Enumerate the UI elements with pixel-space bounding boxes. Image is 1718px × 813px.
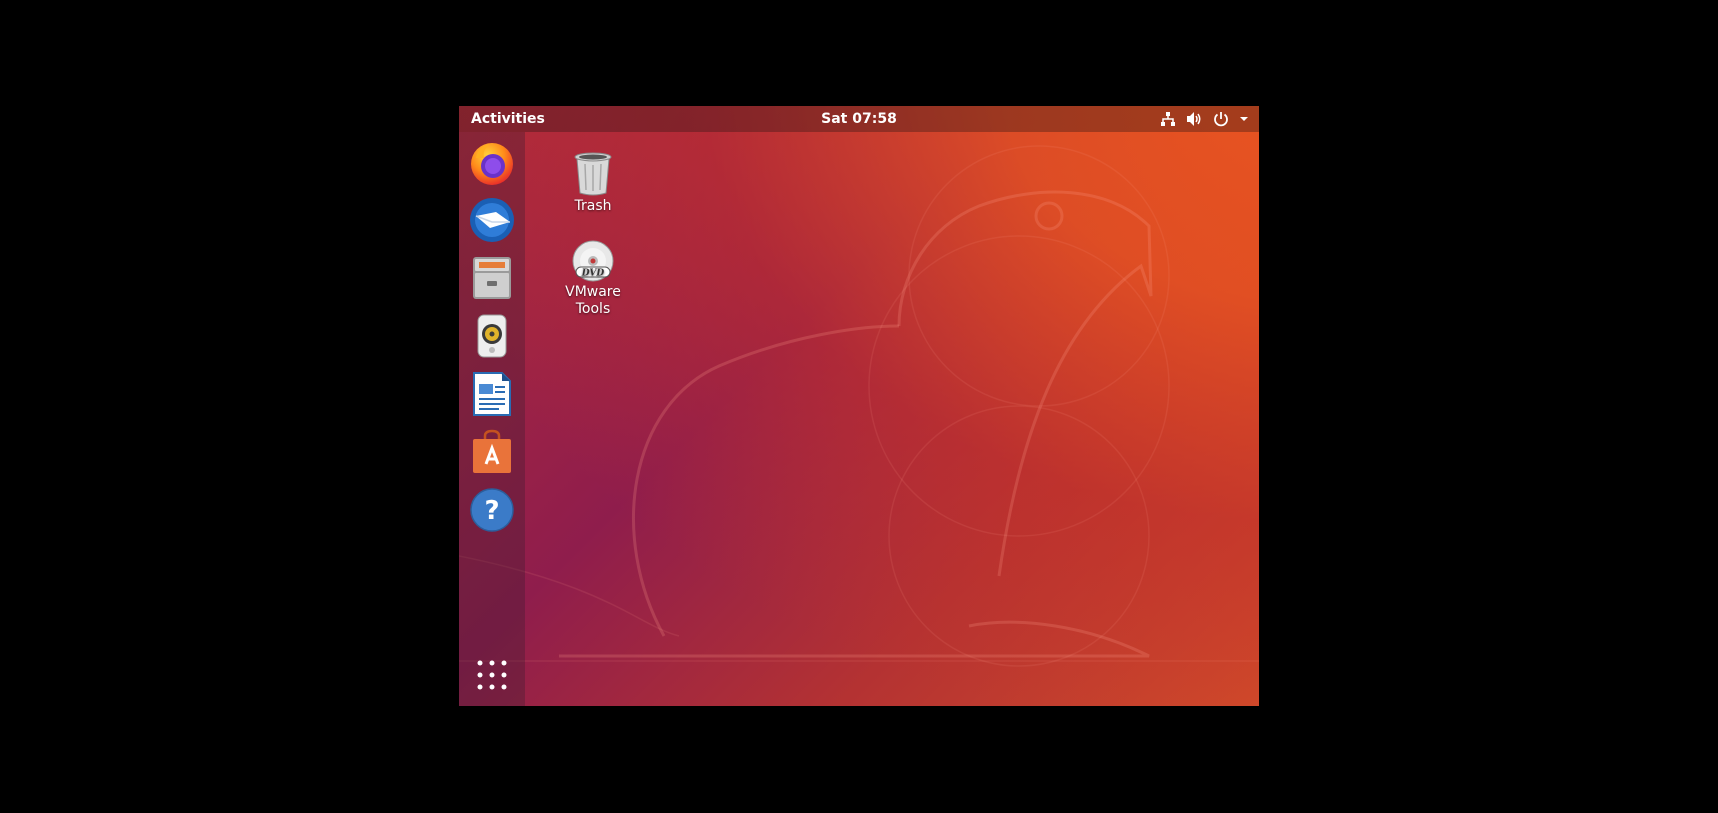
svg-text:?: ? (484, 496, 499, 526)
desktop-icon-label: VMware Tools (565, 284, 621, 317)
software-icon (473, 429, 511, 473)
dock-item-ubuntu-software[interactable] (468, 428, 516, 476)
dock: ? (459, 132, 525, 706)
show-applications-button[interactable] (475, 658, 509, 692)
top-bar: Activities Sat 07:58 (459, 106, 1259, 132)
svg-text:DVD: DVD (581, 269, 605, 279)
system-tray[interactable] (1160, 110, 1249, 128)
activities-button[interactable]: Activities (471, 111, 545, 127)
dock-item-firefox[interactable] (468, 138, 516, 186)
writer-icon (473, 372, 511, 416)
files-icon (473, 257, 511, 299)
dock-item-files[interactable] (468, 254, 516, 302)
dock-item-writer[interactable] (468, 370, 516, 418)
desktop-icon-label: Trash (574, 198, 612, 214)
firefox-icon (471, 143, 513, 185)
desktop-icon-vmware-tools[interactable]: DVD VMware Tools (551, 240, 635, 318)
desktop-icon-trash[interactable]: Trash (551, 150, 635, 215)
apps-grid-icon (477, 660, 507, 690)
dvd-icon: DVD (572, 240, 614, 282)
trash-icon (574, 152, 612, 196)
thunderbird-icon (470, 198, 514, 242)
network-icon (1161, 112, 1175, 126)
menu-arrow-icon (1240, 117, 1248, 121)
desktop-screen: Activities Sat 07:58 ? Trash DVD VMware … (459, 106, 1259, 706)
power-icon (1214, 112, 1228, 127)
help-icon: ? (470, 488, 514, 532)
volume-icon (1187, 112, 1201, 126)
dock-item-thunderbird[interactable] (468, 196, 516, 244)
dock-item-help[interactable]: ? (468, 486, 516, 534)
rhythmbox-icon (477, 314, 507, 358)
clock-button[interactable]: Sat 07:58 (799, 111, 919, 127)
dock-item-rhythmbox[interactable] (468, 312, 516, 360)
